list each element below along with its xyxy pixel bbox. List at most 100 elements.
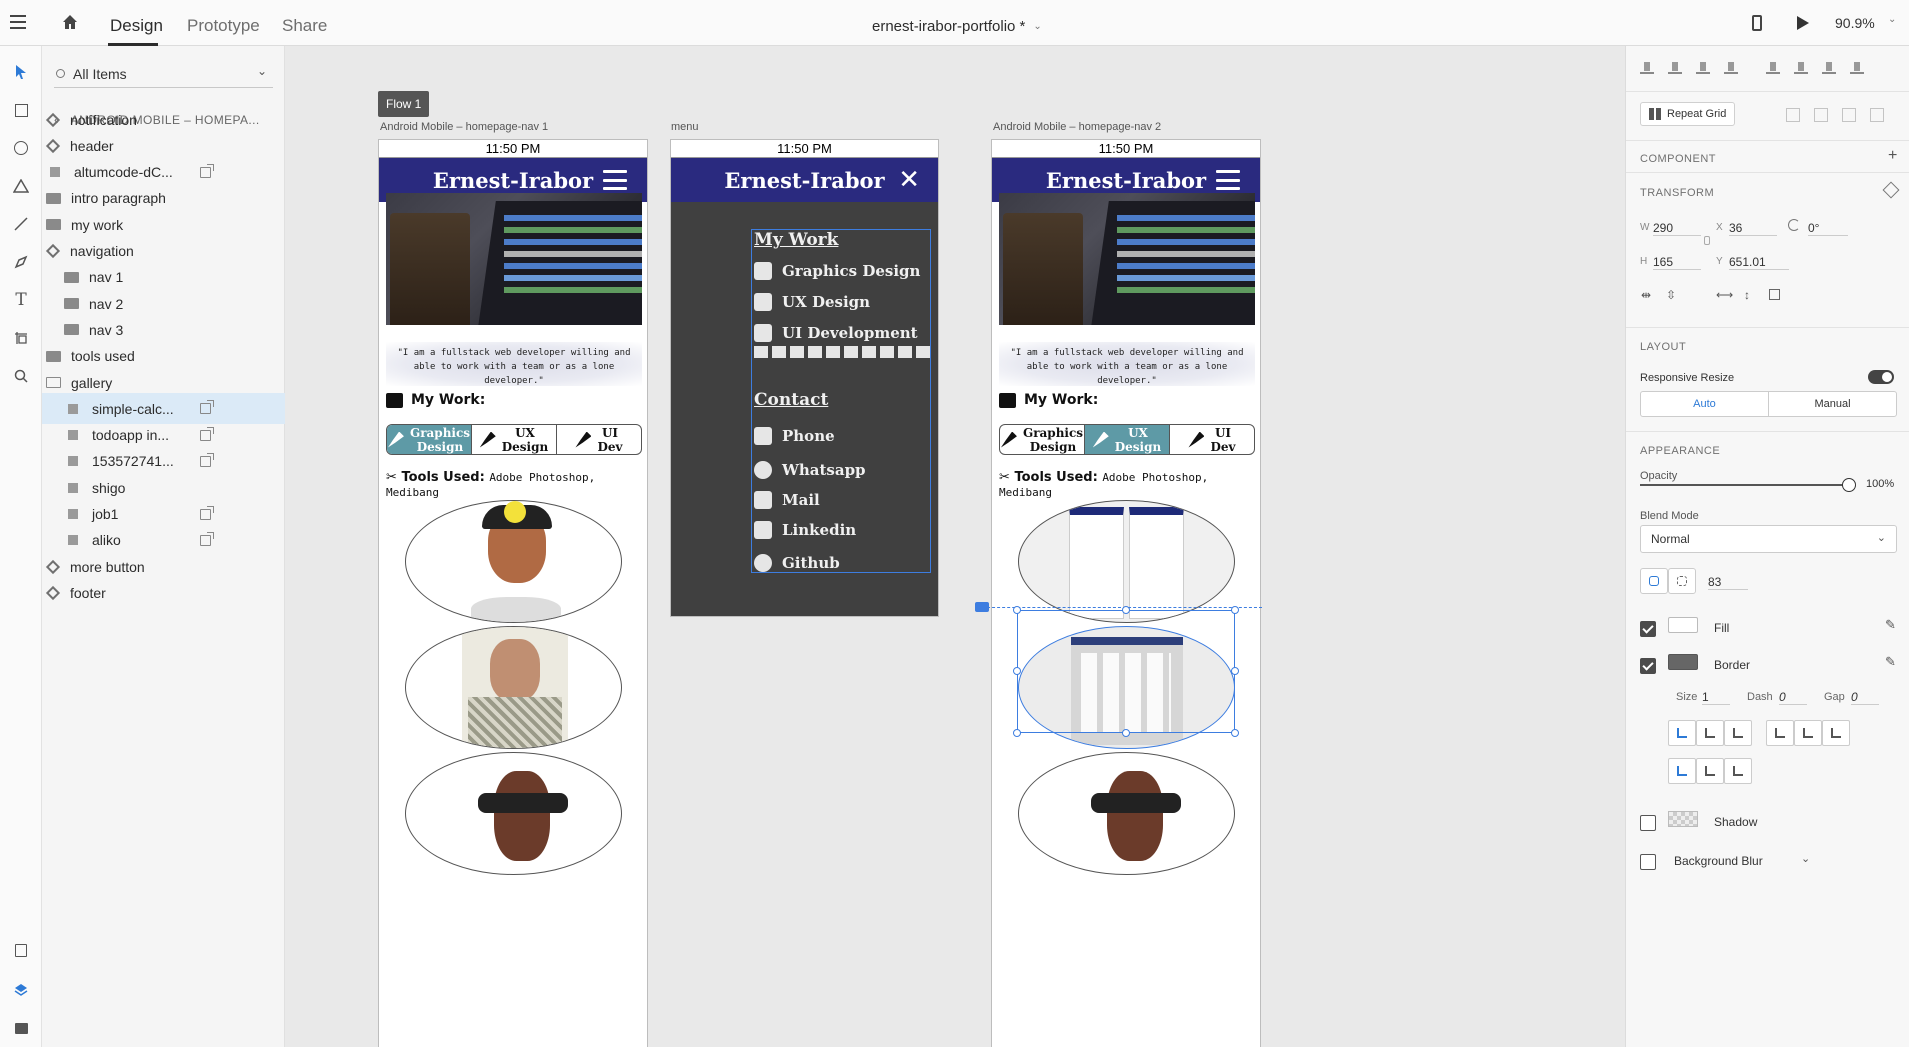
artboard-menu[interactable]: 11:50 PM Ernest-Irabor ✕ My Work Graphic…: [670, 139, 939, 617]
line-tool-icon[interactable]: [9, 212, 33, 236]
artboard-homepage-nav-1[interactable]: 11:50 PM Ernest-Irabor "I am a fullstack…: [378, 139, 648, 1047]
zoom-tool-icon[interactable]: [9, 364, 33, 388]
artboard-label-3[interactable]: Android Mobile – homepage-nav 2: [993, 121, 1161, 133]
fill-checkbox[interactable]: [1640, 621, 1656, 637]
stroke-inner-icon[interactable]: [1668, 720, 1696, 746]
stroke-bevel-join-icon[interactable]: [1724, 758, 1752, 784]
menu-ux-design[interactable]: UX Design: [754, 293, 870, 311]
menu-linkedin[interactable]: Linkedin: [754, 521, 856, 539]
text-tool-icon[interactable]: T: [9, 288, 33, 312]
resize-handle[interactable]: [1122, 606, 1130, 614]
artboard-homepage-nav-2[interactable]: 11:50 PM Ernest-Irabor "I am a fullstack…: [991, 139, 1261, 1047]
tab-ui-dev[interactable]: UI Dev: [557, 425, 641, 454]
align-right-icon[interactable]: [1822, 60, 1836, 74]
rectangle-tool-icon[interactable]: [9, 98, 33, 122]
corner-radius-field[interactable]: 83: [1708, 575, 1748, 590]
artboard-label-2[interactable]: menu: [671, 121, 699, 133]
tab-prototype[interactable]: Prototype: [187, 16, 260, 36]
menu-mail[interactable]: Mail: [754, 491, 820, 509]
menu-icon[interactable]: [10, 15, 26, 29]
add-component-icon[interactable]: +: [1888, 147, 1897, 165]
stroke-round-join-icon[interactable]: [1696, 758, 1724, 784]
menu-github[interactable]: Github: [754, 554, 840, 572]
stroke-butt-cap-icon[interactable]: [1766, 720, 1794, 746]
fixed-width-icon[interactable]: ⟷: [1716, 288, 1733, 302]
boolean-exclude-icon[interactable]: [1870, 108, 1884, 122]
distribute-horizontal-icon[interactable]: [1850, 60, 1864, 74]
polygon-tool-icon[interactable]: [9, 174, 33, 198]
layer-item[interactable]: footer: [42, 577, 285, 608]
y-field[interactable]: 651.01: [1729, 255, 1789, 270]
border-swatch[interactable]: [1668, 654, 1698, 670]
3d-transform-icon[interactable]: [1882, 181, 1900, 199]
opacity-slider[interactable]: [1640, 478, 1856, 492]
fit-icon[interactable]: [1769, 289, 1780, 300]
menu-phone[interactable]: Phone: [754, 427, 835, 445]
stroke-outer-icon[interactable]: [1696, 720, 1724, 746]
fixed-height-icon[interactable]: ↕: [1744, 288, 1750, 302]
auto-option[interactable]: Auto: [1641, 392, 1769, 416]
corner-radius-each-button[interactable]: [1668, 568, 1696, 594]
shadow-swatch[interactable]: [1668, 811, 1698, 827]
flow-label[interactable]: Flow 1: [378, 91, 430, 117]
flip-vertical-icon[interactable]: ⇳: [1666, 288, 1676, 302]
eyedropper-icon[interactable]: ✎: [1885, 617, 1896, 633]
menu-contact[interactable]: Contact: [754, 390, 828, 410]
tab-ux-design[interactable]: UX Design: [472, 425, 557, 454]
resize-handle[interactable]: [1013, 729, 1021, 737]
menu-my-work[interactable]: My Work: [754, 230, 838, 250]
tab-share[interactable]: Share: [282, 16, 327, 36]
ellipse-tool-icon[interactable]: [9, 136, 33, 160]
corner-radius-all-button[interactable]: [1640, 568, 1668, 594]
align-center-icon[interactable]: [1794, 60, 1808, 74]
shadow-checkbox[interactable]: [1640, 815, 1656, 831]
resize-handle[interactable]: [1013, 606, 1021, 614]
menu-graphics-design[interactable]: Graphics Design: [754, 262, 920, 280]
boolean-subtract-icon[interactable]: [1814, 108, 1828, 122]
resize-handle[interactable]: [1122, 729, 1130, 737]
play-icon[interactable]: [1797, 16, 1809, 30]
lock-aspect-icon[interactable]: [1704, 236, 1710, 245]
zoom-level[interactable]: 90.9%: [1835, 15, 1875, 31]
assets-icon[interactable]: [9, 938, 33, 962]
tab-graphics-design[interactable]: Graphics Design: [1000, 425, 1085, 454]
repeat-grid-button[interactable]: Repeat Grid: [1640, 102, 1736, 126]
x-field[interactable]: 36: [1729, 221, 1777, 236]
chevron-down-icon[interactable]: ⌄: [1801, 852, 1810, 865]
align-left-icon[interactable]: [1766, 60, 1780, 74]
menu-whatsapp[interactable]: Whatsapp: [754, 461, 866, 479]
select-tool-icon[interactable]: [9, 60, 33, 84]
responsive-resize-toggle[interactable]: [1868, 370, 1894, 384]
align-bottom-icon[interactable]: [1696, 60, 1710, 74]
border-dash-field[interactable]: 0: [1779, 690, 1807, 705]
border-gap-field[interactable]: 0: [1851, 690, 1879, 705]
close-icon[interactable]: ✕: [898, 167, 920, 193]
layers-icon[interactable]: [9, 978, 33, 1002]
menu-ui-development[interactable]: UI Development: [754, 324, 918, 342]
gallery-item-todoapp[interactable]: [1018, 500, 1235, 623]
resize-handle[interactable]: [1231, 667, 1239, 675]
tab-ui-dev[interactable]: UI Dev: [1170, 425, 1254, 454]
device-preview-icon[interactable]: [1752, 15, 1762, 31]
align-top-icon[interactable]: [1640, 60, 1654, 74]
height-field[interactable]: 165: [1653, 255, 1701, 270]
tab-ux-design[interactable]: UX Design: [1085, 425, 1170, 454]
stroke-miter-join-icon[interactable]: [1668, 758, 1696, 784]
zoom-chevron-icon[interactable]: ⌄: [1888, 14, 1896, 25]
border-checkbox[interactable]: [1640, 658, 1656, 674]
hamburger-icon[interactable]: [603, 170, 627, 190]
opacity-value[interactable]: 100%: [1866, 478, 1894, 490]
resize-handle[interactable]: [1013, 667, 1021, 675]
manual-option[interactable]: Manual: [1769, 392, 1896, 416]
artboard-label-1[interactable]: Android Mobile – homepage-nav 1: [380, 121, 548, 133]
tab-graphics-design[interactable]: Graphics Design: [387, 425, 472, 454]
plugins-icon[interactable]: [9, 1016, 33, 1040]
flip-horizontal-icon[interactable]: ⇹: [1641, 288, 1651, 302]
width-field[interactable]: 290: [1653, 221, 1701, 236]
design-canvas[interactable]: Flow 1 Android Mobile – homepage-nav 1 m…: [285, 46, 1625, 1047]
boolean-intersect-icon[interactable]: [1842, 108, 1856, 122]
border-size-field[interactable]: 1: [1702, 690, 1730, 705]
pen-tool-icon[interactable]: [9, 250, 33, 274]
stroke-round-cap-icon[interactable]: [1794, 720, 1822, 746]
resize-handle[interactable]: [1231, 729, 1239, 737]
